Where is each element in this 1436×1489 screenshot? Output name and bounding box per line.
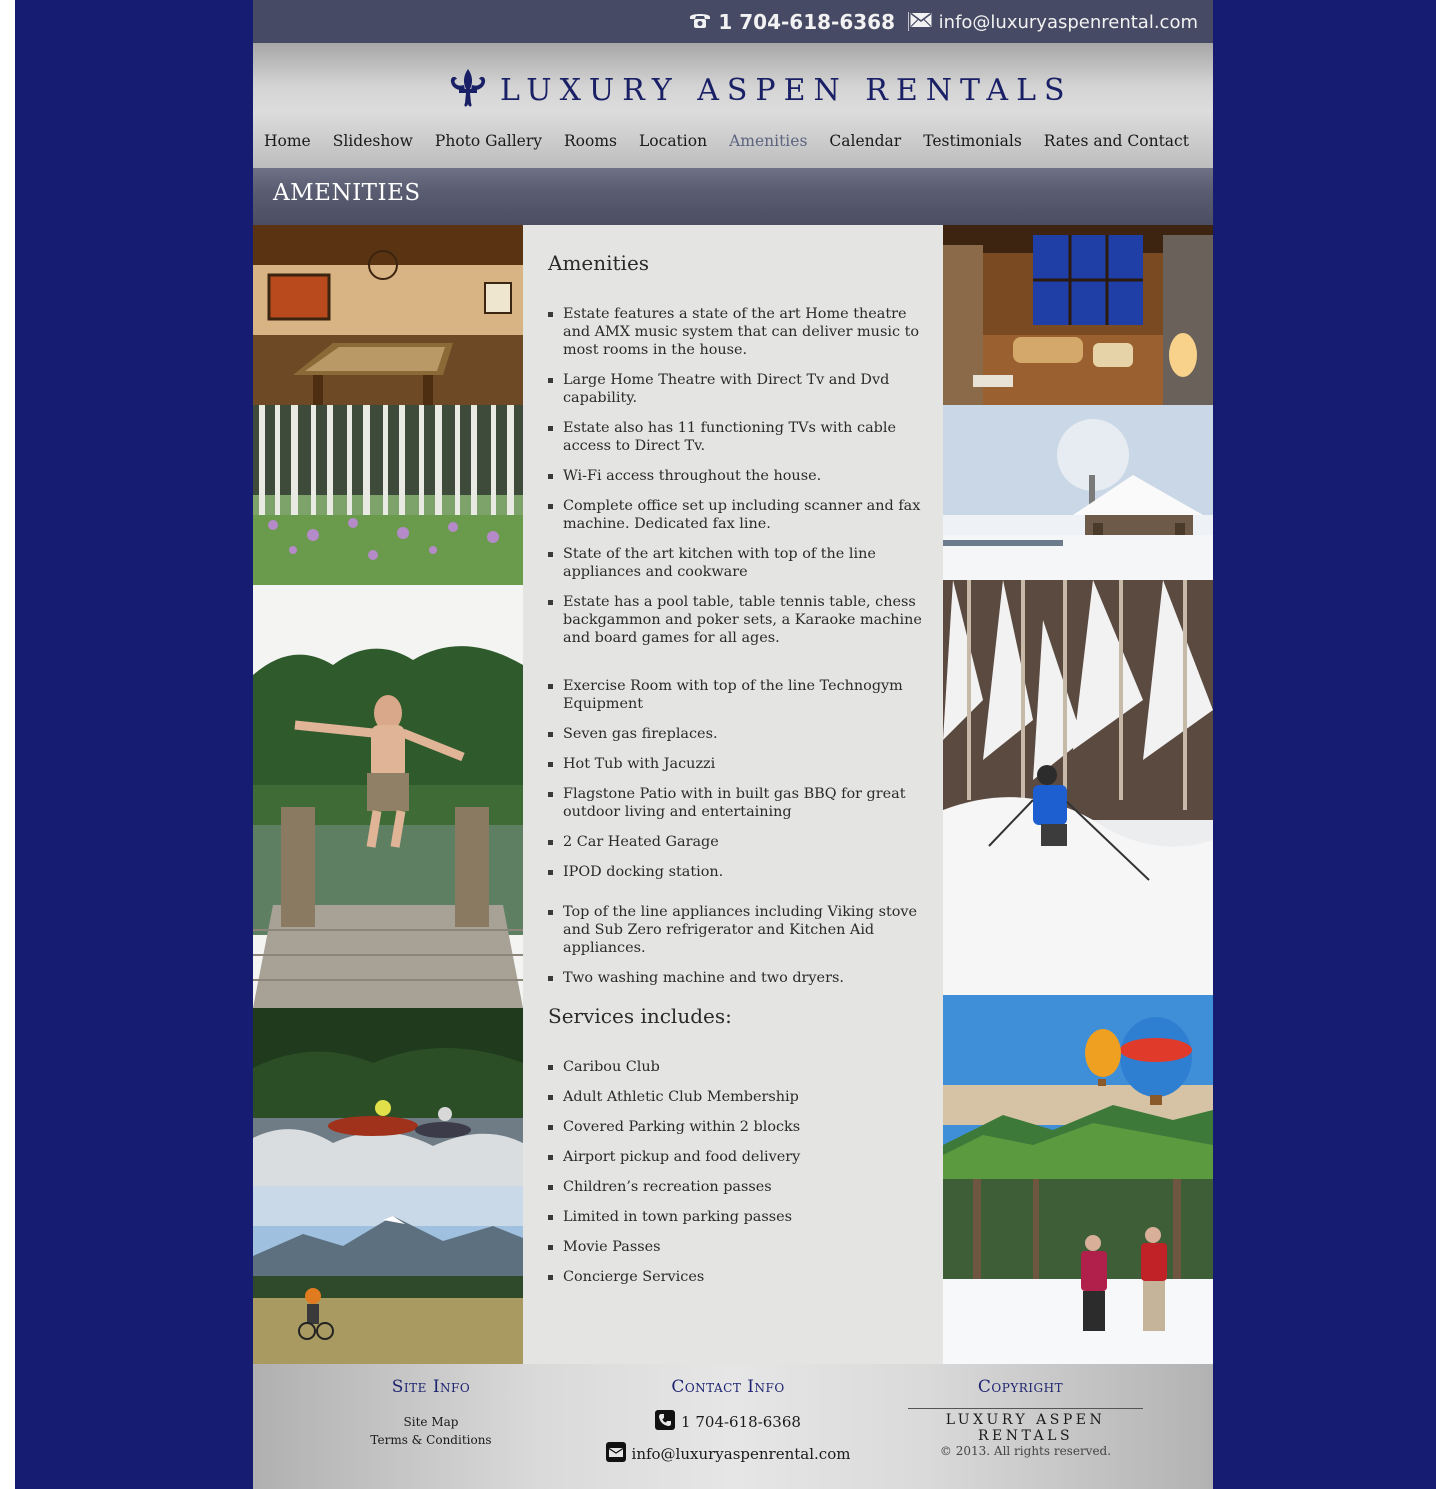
list-item: Adult Athletic Club Membership [548, 1088, 923, 1106]
nav-rooms[interactable]: Rooms [564, 132, 617, 150]
right-photo-column [943, 225, 1213, 1364]
nav-calendar[interactable]: Calendar [829, 132, 901, 150]
top-contact-bar: 1 704-618-6368 info@luxuryaspenrental.co… [253, 0, 1213, 43]
list-item: Seven gas fireplaces. [548, 725, 923, 743]
main-nav: Home Slideshow Photo Gallery Rooms Locat… [264, 132, 1189, 150]
game-room-photo [253, 225, 523, 405]
envelope-icon [910, 12, 932, 33]
skier-photo [943, 580, 1213, 995]
nav-photo-gallery[interactable]: Photo Gallery [435, 132, 542, 150]
footer-brand: LUXURY ASPEN RENTALS [945, 1412, 1106, 1444]
topbar-phone[interactable]: 1 704-618-6368 [688, 10, 895, 34]
footer-site-info-heading: Site Info [391, 1377, 471, 1397]
living-room-photo [943, 225, 1213, 405]
services-heading: Services includes: [548, 1004, 732, 1028]
list-item: Children’s recreation passes [548, 1178, 923, 1196]
phone-icon [688, 10, 712, 34]
dock-jump-photo [253, 585, 523, 1008]
page-container: 1 704-618-6368 info@luxuryaspenrental.co… [253, 0, 1213, 1489]
mountain-biking-photo [253, 1186, 523, 1364]
list-item: Wi-Fi access throughout the house. [548, 467, 923, 485]
list-item: Caribou Club [548, 1058, 923, 1076]
footer-copyright: Copyright LUXURY ASPEN RENTALS © 2013. A… [908, 1364, 1143, 1458]
amenities-content: Amenities Estate features a state of the… [523, 225, 943, 1364]
list-item: Airport pickup and food delivery [548, 1148, 923, 1166]
birch-forest-photo [253, 405, 523, 585]
topbar-email[interactable]: info@luxuryaspenrental.com [910, 12, 1198, 33]
list-item: Concierge Services [548, 1268, 923, 1286]
page-title-band: AMENITIES [253, 168, 1213, 225]
fleur-de-lis-icon [448, 67, 488, 113]
list-item: Estate also has 11 functioning TVs with … [548, 419, 923, 455]
footer-contact-heading: Contact Info [671, 1377, 785, 1397]
footer-contact-info: Contact Info 1 704-618-6368 info@luxurya… [598, 1364, 858, 1466]
list-item: Estate features a state of the art Home … [548, 305, 923, 359]
footer-phone[interactable]: 1 704-618-6368 [598, 1410, 858, 1434]
list-item: Exercise Room with top of the line Techn… [548, 677, 923, 713]
snow-walkers-photo [943, 1179, 1213, 1364]
footer-copyright-text: © 2013. All rights reserved. [939, 1444, 1112, 1458]
nav-amenities[interactable]: Amenities [729, 132, 807, 150]
nav-testimonials[interactable]: Testimonials [923, 132, 1022, 150]
list-item: Flagstone Patio with in built gas BBQ fo… [548, 785, 923, 821]
footer-copyright-heading: Copyright [977, 1377, 1064, 1397]
list-item: State of the art kitchen with top of the… [548, 545, 923, 581]
site-logo[interactable]: LUXURY ASPEN RENTALS [448, 67, 1073, 113]
phone-icon [655, 1410, 676, 1434]
list-item: Limited in town parking passes [548, 1208, 923, 1226]
topbar-phone-text: 1 704-618-6368 [718, 10, 895, 34]
site-header: LUXURY ASPEN RENTALS Home Slideshow Phot… [253, 43, 1213, 168]
amenities-heading: Amenities [548, 251, 650, 275]
list-item: Movie Passes [548, 1238, 923, 1256]
list-item: Estate has a pool table, table tennis ta… [548, 593, 923, 647]
list-item: Two washing machine and two dryers. [548, 969, 923, 987]
terms-link[interactable]: Terms & Conditions [346, 1431, 516, 1449]
left-photo-column [253, 225, 523, 1364]
list-item: Hot Tub with Jacuzzi [548, 755, 923, 773]
nav-location[interactable]: Location [639, 132, 707, 150]
list-item: 2 Car Heated Garage [548, 833, 923, 851]
footer-email-text: info@luxuryaspenrental.com [631, 1445, 851, 1463]
footer-brand-divider: LUXURY ASPEN RENTALS © 2013. All rights … [908, 1408, 1143, 1458]
logo-text: LUXURY ASPEN RENTALS [500, 72, 1073, 108]
list-item: IPOD docking station. [548, 863, 923, 881]
list-item: Complete office set up including scanner… [548, 497, 923, 533]
hot-air-balloons-photo [943, 995, 1213, 1179]
footer-site-info: Site Info Site Map Terms & Conditions [346, 1364, 516, 1449]
site-map-link[interactable]: Site Map [346, 1413, 516, 1431]
snowy-gazebo-photo [943, 405, 1213, 580]
nav-slideshow[interactable]: Slideshow [333, 132, 413, 150]
topbar-email-text: info@luxuryaspenrental.com [938, 12, 1198, 33]
nav-rates-and-contact[interactable]: Rates and Contact [1044, 132, 1189, 150]
site-footer: Site Info Site Map Terms & Conditions Co… [253, 1364, 1213, 1489]
page-title: AMENITIES [273, 180, 421, 206]
footer-links: Site Map Terms & Conditions [346, 1413, 516, 1449]
footer-email[interactable]: info@luxuryaspenrental.com [598, 1442, 858, 1466]
list-item: Top of the line appliances including Vik… [548, 903, 923, 957]
footer-phone-text: 1 704-618-6368 [681, 1413, 801, 1431]
nav-home[interactable]: Home [264, 132, 311, 150]
envelope-icon [605, 1442, 626, 1466]
kayaking-photo [253, 1008, 523, 1186]
list-item: Large Home Theatre with Direct Tv and Dv… [548, 371, 923, 407]
list-item: Covered Parking within 2 blocks [548, 1118, 923, 1136]
